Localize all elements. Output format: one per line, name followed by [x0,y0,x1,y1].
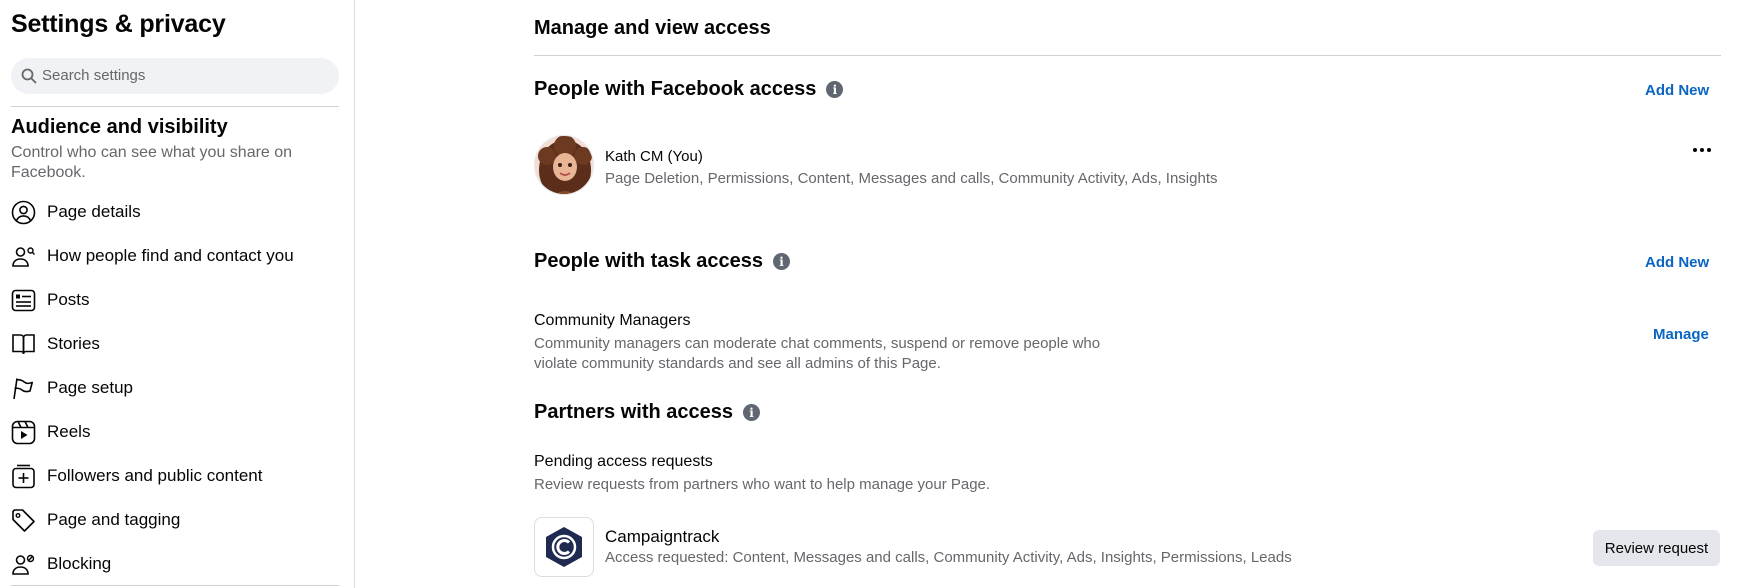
sidebar-item-label: Page details [47,202,141,221]
pending-requests-title: Pending access requests [534,453,713,470]
sidebar-item-label: Blocking [47,554,112,573]
info-icon[interactable]: i [743,404,760,421]
person-permissions: Page Deletion, Permissions, Content, Mes… [605,170,1218,187]
info-icon[interactable]: i [826,81,844,98]
sidebar-item-followers[interactable]: Followers and public content [11,460,341,492]
more-options-icon[interactable] [1690,140,1714,160]
person-circle-icon [11,200,36,225]
sidebar-item-blocking[interactable]: Blocking [11,548,341,580]
sidebar-item-stories[interactable]: Stories [11,328,341,360]
partner-access-requested: Access requested: Content, Messages and … [605,549,1292,566]
pending-requests-description: Review requests from partners who want t… [534,476,991,493]
plus-square-icon [11,464,36,489]
sidebar-item-label: Stories [47,334,100,353]
info-icon[interactable]: i [773,253,791,270]
search-placeholder: Search settings [42,67,146,84]
search-input[interactable]: Search settings [11,58,339,94]
campaigntrack-logo [534,517,594,577]
sidebar-item-label: Page setup [47,378,134,397]
partner-name: Campaigntrack [605,527,720,546]
community-managers-description: Community managers can moderate chat com… [534,335,1101,372]
facebook-access-title: People with Facebook access [534,78,817,100]
tag-icon [11,508,36,533]
sidebar-item-posts[interactable]: Posts [11,284,341,316]
task-access-title: People with task access [534,250,764,272]
sidebar-item-label: Followers and public content [47,466,263,485]
posts-icon [11,288,36,313]
sidebar-title: Settings & privacy [11,10,226,38]
section-title: Audience and visibility [11,116,228,138]
avatar [534,135,594,195]
settings-sidebar: Settings & privacy Search settings Audie… [0,0,355,588]
sidebar-item-label: Reels [47,422,91,441]
section-description: Control who can see what you share on Fa… [11,144,293,181]
sidebar-item-label: Posts [47,290,90,309]
manage-button[interactable]: Manage [1653,326,1709,343]
add-new-task-access-button[interactable]: Add New [1645,254,1709,271]
sidebar-item-page-details[interactable]: Page details [11,196,341,228]
sidebar-item-find-contact[interactable]: How people find and contact you [11,240,341,272]
partners-heading: Partners with access i [534,401,760,424]
community-managers-title: Community Managers [534,312,691,329]
reels-icon [11,420,36,445]
sidebar-item-label: Page and tagging [47,510,181,529]
sidebar-item-label: How people find and contact you [47,246,294,265]
sidebar-bottom-divider [11,585,339,586]
book-icon [11,332,36,357]
flag-icon [11,376,36,401]
facebook-access-heading: People with Facebook access i [534,78,844,101]
page-title: Manage and view access [534,17,771,39]
person-block-icon [11,552,36,577]
add-new-facebook-access-button[interactable]: Add New [1645,82,1709,99]
sidebar-item-page-setup[interactable]: Page setup [11,372,341,404]
main-divider [534,55,1721,56]
sidebar-item-reels[interactable]: Reels [11,416,341,448]
review-request-button[interactable]: Review request [1593,530,1720,566]
task-access-heading: People with task access i [534,250,791,273]
partners-title: Partners with access [534,401,733,423]
person-search-icon [11,244,36,269]
person-name: Kath CM (You) [605,148,703,165]
search-icon [21,68,37,84]
sidebar-divider [11,106,339,107]
sidebar-item-tagging[interactable]: Page and tagging [11,504,341,536]
